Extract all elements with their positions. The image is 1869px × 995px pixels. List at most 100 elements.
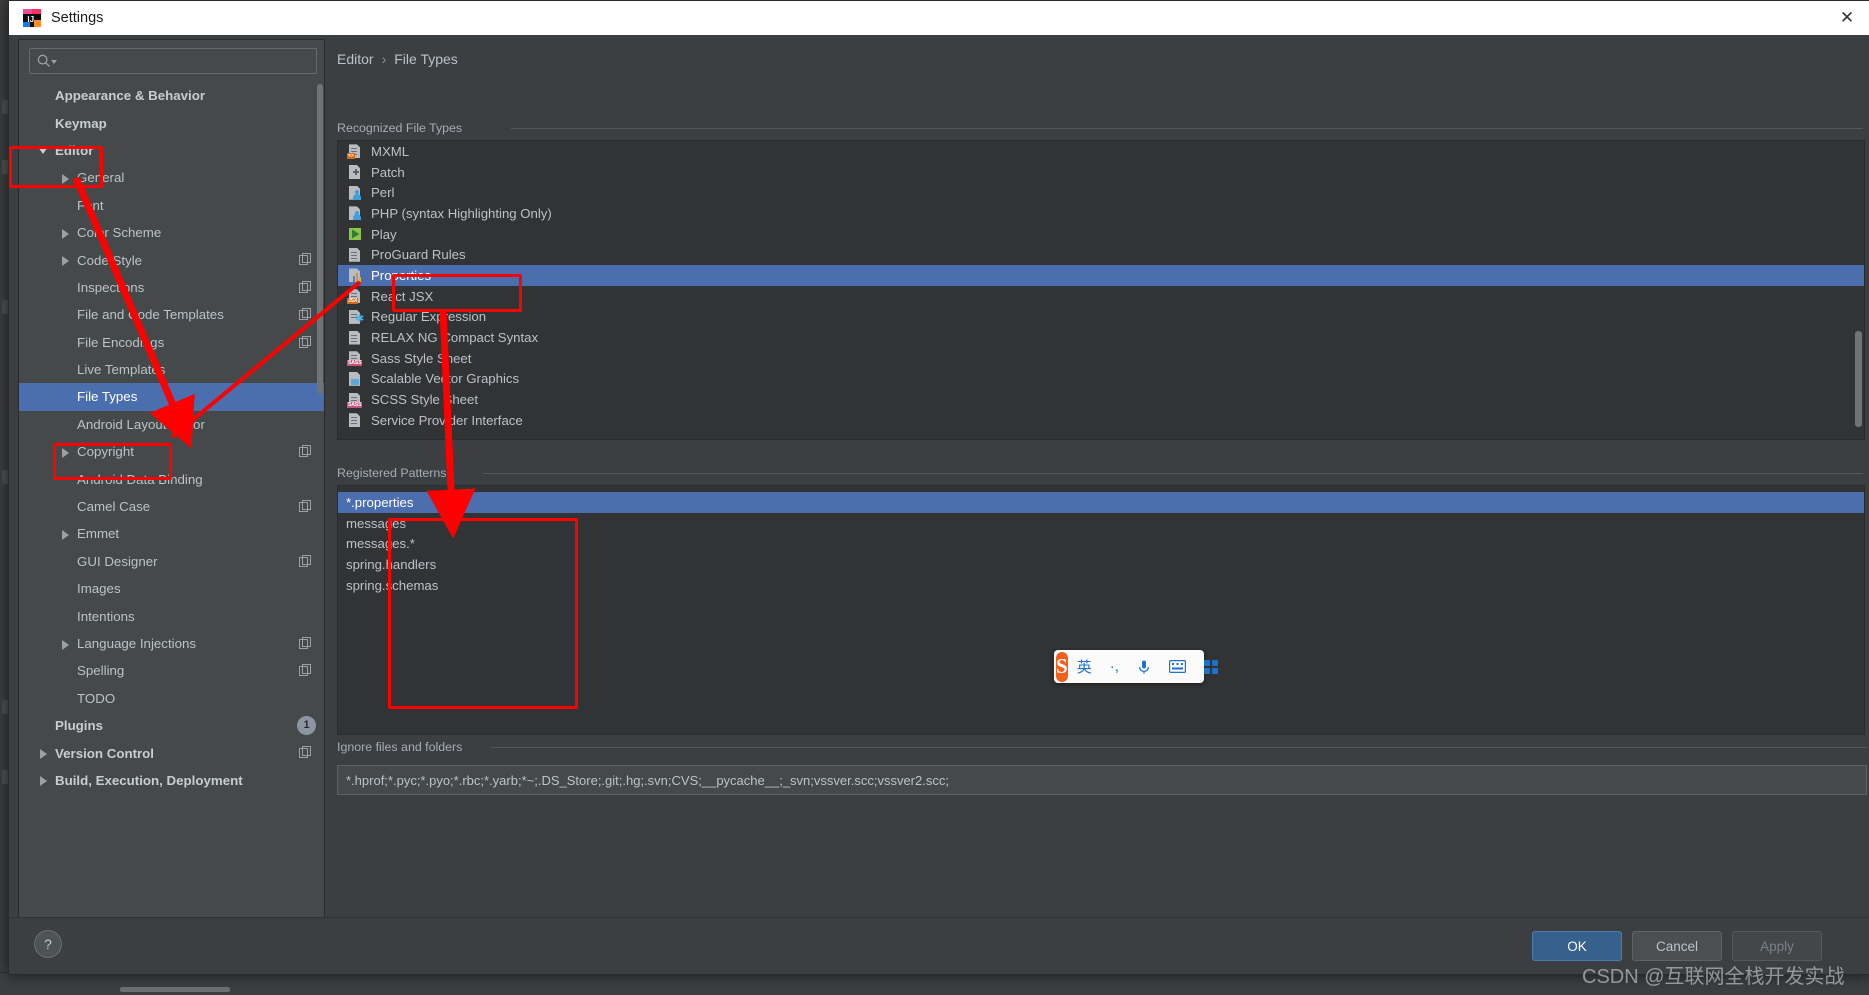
search-input[interactable] (29, 48, 317, 74)
sidebar-item-version-control[interactable]: Version Control (19, 739, 324, 766)
pattern-row[interactable]: messages.* (338, 534, 1864, 555)
microphone-icon[interactable] (1137, 659, 1151, 675)
grid-icon[interactable] (1203, 659, 1218, 674)
file-type-row[interactable]: <> MXML (338, 141, 1864, 162)
sidebar-item-code-style[interactable]: Code Style (19, 246, 324, 273)
sidebar-item-gui-designer[interactable]: GUI Designer (19, 548, 324, 575)
sidebar-item-editor[interactable]: Editor (19, 137, 324, 164)
sidebar-item-intentions[interactable]: Intentions (19, 602, 324, 629)
sidebar-item-plugins[interactable]: Plugins 1 (19, 712, 324, 739)
apply-button[interactable]: Apply (1732, 931, 1822, 961)
sidebar-item-file-and-code-templates[interactable]: File and Code Templates (19, 301, 324, 328)
breadcrumb-parent[interactable]: Editor (337, 51, 374, 67)
chevron-right-icon[interactable] (59, 527, 73, 541)
sidebar-item-todo[interactable]: TODO (19, 685, 324, 712)
file-type-row[interactable]: ✱ Regular Expression (338, 307, 1864, 328)
sidebar-item-label: GUI Designer (77, 553, 158, 569)
registered-patterns-list[interactable]: *.properties messages messages.* spring.han… (337, 485, 1865, 735)
chevron-down-icon[interactable] (51, 60, 57, 64)
status-badge: 1 (297, 715, 316, 735)
file-type-row[interactable]: SASS Sass Style Sheet (338, 348, 1864, 369)
breadcrumb: Editor › File Types (337, 51, 458, 67)
ok-button[interactable]: OK (1532, 931, 1622, 961)
sidebar-item-font[interactable]: Font (19, 192, 324, 219)
file-type-row[interactable]: PHP (syntax Highlighting Only) (338, 203, 1864, 224)
sidebar-item-android-layout-editor[interactable]: Android Layout Editor (19, 411, 324, 438)
file-type-row[interactable]: Properties (338, 265, 1864, 286)
sidebar-item-label: Language Injections (77, 636, 197, 651)
file-type-row[interactable]: RELAX NG Compact Syntax (338, 327, 1864, 348)
chevron-right-icon[interactable] (59, 445, 73, 459)
recognized-file-types-list[interactable]: <> MXML Patch Perl PHP (syntax Highlighting … (337, 140, 1865, 440)
chevron-right-icon[interactable] (59, 253, 73, 267)
sidebar-item-label: Intentions (77, 608, 135, 624)
pattern-row[interactable]: spring.schemas (338, 575, 1864, 596)
copy-settings-icon[interactable] (299, 746, 312, 759)
copy-settings-icon[interactable] (299, 335, 312, 349)
file-type-label: Regular Expression (371, 309, 487, 325)
file-type-row[interactable]: Patch (338, 162, 1864, 183)
keyboard-icon[interactable] (1168, 660, 1186, 673)
chevron-down-icon[interactable] (37, 143, 51, 157)
file-type-row[interactable]: Scalable Vector Graphics (338, 369, 1864, 390)
settings-dialog: IJ Settings ✕ Appearance & Behavior Keyma… (8, 0, 1869, 975)
copy-settings-icon[interactable] (299, 499, 312, 513)
sidebar-item-keymap[interactable]: Keymap (19, 109, 324, 136)
copy-settings-icon[interactable] (299, 280, 312, 294)
copy-settings-icon[interactable] (299, 308, 312, 321)
file-type-row[interactable]: Play (338, 224, 1864, 245)
sidebar-item-inspections[interactable]: Inspections (19, 274, 324, 301)
file-type-label: MXML (371, 143, 410, 159)
copy-settings-icon[interactable] (299, 636, 312, 650)
sidebar-item-spelling[interactable]: Spelling (19, 657, 324, 684)
spi-file-icon (347, 412, 363, 428)
recognized-divider (511, 128, 1863, 129)
sidebar-item-label: Version Control (55, 745, 154, 761)
sidebar-item-build-execution-deployment[interactable]: Build, Execution, Deployment (19, 767, 324, 794)
copy-settings-icon[interactable] (299, 554, 312, 568)
ime-punctuation-toggle[interactable]: ·, (1110, 658, 1119, 675)
sidebar-item-copyright[interactable]: Copyright (19, 438, 324, 465)
cancel-button[interactable]: Cancel (1632, 931, 1722, 961)
file-type-row[interactable]: JSX React JSX (338, 286, 1864, 307)
chevron-right-icon[interactable] (37, 773, 51, 787)
file-type-label: PHP (syntax Highlighting Only) (371, 205, 552, 221)
sidebar-item-label: Editor (55, 142, 94, 158)
file-type-row[interactable]: Perl (338, 182, 1864, 203)
copy-settings-icon[interactable] (299, 664, 312, 677)
sidebar-item-camel-case[interactable]: Camel Case (19, 493, 324, 520)
pattern-label: spring.handlers (346, 557, 437, 573)
file-type-row[interactable]: SASS SCSS Style Sheet (338, 389, 1864, 410)
chevron-right-icon[interactable] (37, 746, 51, 760)
copy-settings-icon[interactable] (299, 445, 312, 458)
file-list-scrollbar[interactable] (1855, 331, 1862, 427)
pattern-row[interactable]: *.properties (338, 492, 1864, 513)
sidebar-item-android-data-binding[interactable]: Android Data Binding (19, 465, 324, 492)
help-icon[interactable]: ? (34, 930, 62, 958)
pattern-row[interactable]: messages (338, 513, 1864, 534)
dialog-titlebar: IJ Settings ✕ (9, 1, 1869, 35)
file-type-row[interactable]: ProGuard Rules (338, 244, 1864, 265)
sidebar-item-language-injections[interactable]: Language Injections (19, 630, 324, 657)
sidebar-item-file-encodings[interactable]: File Encodings (19, 329, 324, 356)
sidebar-item-color-scheme[interactable]: Color Scheme (19, 219, 324, 246)
sidebar-item-label: File and Code Templates (77, 307, 224, 323)
sidebar-item-file-types[interactable]: File Types (19, 383, 324, 411)
pattern-row[interactable]: spring.handlers (338, 554, 1864, 575)
file-type-row[interactable]: Service Provider Interface (338, 410, 1864, 431)
pattern-label: spring.schemas (346, 578, 439, 594)
sidebar-item-appearance-behavior[interactable]: Appearance & Behavior (19, 82, 324, 109)
sogou-ime-toolbar[interactable]: S 英 ·, (1054, 650, 1218, 683)
ignore-files-input[interactable]: *.hprof;*.pyc;*.pyo;*.rbc;*.yarb;*~;.DS_… (337, 765, 1867, 795)
chevron-right-icon[interactable] (59, 637, 73, 651)
sidebar-item-general[interactable]: General (19, 164, 324, 191)
sidebar-scrollbar[interactable] (317, 84, 323, 394)
copy-settings-icon[interactable] (299, 253, 312, 266)
chevron-right-icon[interactable] (59, 226, 73, 240)
chevron-right-icon[interactable] (59, 171, 73, 185)
sidebar-item-live-templates[interactable]: Live Templates (19, 356, 324, 383)
sidebar-item-emmet[interactable]: Emmet (19, 520, 324, 547)
sidebar-item-images[interactable]: Images (19, 575, 324, 602)
close-icon[interactable]: ✕ (1824, 1, 1869, 35)
ime-language-toggle[interactable]: 英 (1077, 656, 1092, 677)
